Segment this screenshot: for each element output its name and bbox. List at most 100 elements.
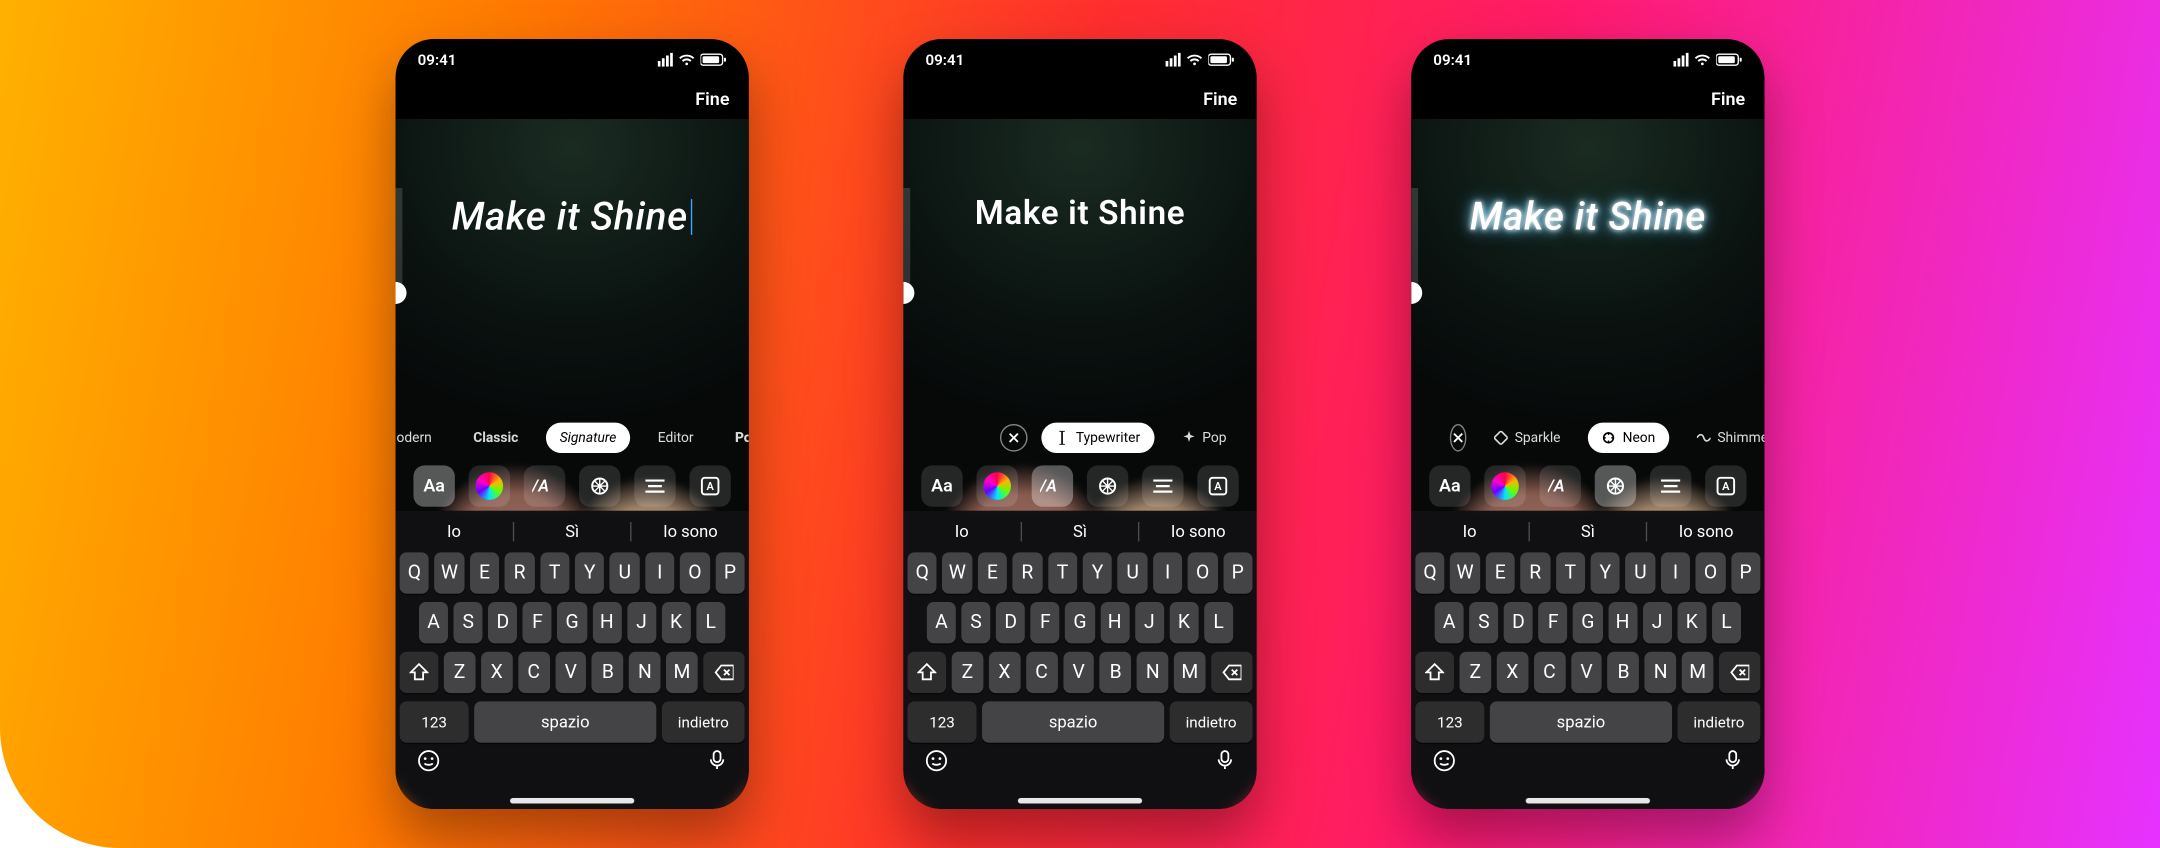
key-W[interactable]: W — [1450, 552, 1480, 593]
background-button[interactable] — [689, 465, 730, 506]
story-text[interactable]: Make it Shine — [396, 194, 749, 241]
key-N[interactable]: N — [629, 652, 661, 693]
key-J[interactable]: J — [1643, 602, 1672, 643]
key-Z[interactable]: Z — [1460, 652, 1492, 693]
suggestion[interactable]: Io — [903, 522, 1020, 541]
key-M[interactable]: M — [666, 652, 698, 693]
align-button[interactable] — [634, 465, 675, 506]
numeric-key[interactable]: 123 — [908, 701, 977, 742]
align-button[interactable] — [1142, 465, 1183, 506]
key-G[interactable]: G — [1065, 602, 1094, 643]
font-chip[interactable]: Modern — [396, 423, 446, 453]
key-O[interactable]: O — [1696, 552, 1726, 593]
key-P[interactable]: P — [1223, 552, 1253, 593]
key-N[interactable]: N — [1645, 652, 1677, 693]
italic-button[interactable] — [1540, 465, 1581, 506]
key-M[interactable]: M — [1174, 652, 1206, 693]
font-chip[interactable]: Shimmer — [1683, 423, 1765, 453]
key-R[interactable]: R — [1013, 552, 1043, 593]
key-L[interactable]: L — [1204, 602, 1233, 643]
story-text[interactable]: Make it Shine — [903, 194, 1256, 235]
done-button[interactable]: Fine — [1711, 89, 1745, 110]
key-S[interactable]: S — [961, 602, 990, 643]
key-N[interactable]: N — [1137, 652, 1169, 693]
emoji-icon[interactable] — [418, 749, 440, 778]
font-chip[interactable]: Sparkle — [1480, 423, 1574, 453]
key-F[interactable]: F — [1031, 602, 1060, 643]
key-Y[interactable]: Y — [575, 552, 605, 593]
effect-button[interactable] — [579, 465, 620, 506]
suggestion[interactable]: Io — [396, 522, 513, 541]
font-chip[interactable]: Signature — [546, 423, 630, 453]
story-text[interactable]: Make it Shine — [1411, 194, 1764, 241]
key-E[interactable]: E — [978, 552, 1008, 593]
key-D[interactable]: D — [488, 602, 517, 643]
font-chip[interactable]: Editor — [644, 423, 707, 453]
font-chip-row[interactable]: Modern Classic Signature Editor Poster — [396, 420, 749, 456]
italic-button[interactable] — [1032, 465, 1073, 506]
key-A[interactable]: A — [1435, 602, 1464, 643]
key-V[interactable]: V — [1571, 652, 1603, 693]
space-key[interactable]: spazio — [1490, 701, 1672, 742]
key-R[interactable]: R — [1520, 552, 1550, 593]
key-V[interactable]: V — [1063, 652, 1095, 693]
align-button[interactable] — [1650, 465, 1691, 506]
key-B[interactable]: B — [1608, 652, 1640, 693]
key-D[interactable]: D — [996, 602, 1025, 643]
key-C[interactable]: C — [1026, 652, 1058, 693]
key-B[interactable]: B — [592, 652, 624, 693]
suggestion[interactable]: Sì — [1022, 522, 1139, 541]
space-key[interactable]: spazio — [474, 701, 656, 742]
font-chip[interactable]: Classic — [459, 423, 532, 453]
home-indicator[interactable] — [1018, 798, 1142, 804]
shift-key[interactable] — [1415, 652, 1454, 693]
key-R[interactable]: R — [505, 552, 535, 593]
key-F[interactable]: F — [523, 602, 552, 643]
mic-icon[interactable] — [707, 749, 726, 778]
key-F[interactable]: F — [1539, 602, 1568, 643]
story-canvas[interactable]: Make it Shine Sparkle Neon Shimmer Aa — [1411, 119, 1764, 511]
font-chip-row[interactable]: Typewriter Pop — [903, 420, 1256, 456]
shift-key[interactable] — [908, 652, 947, 693]
key-P[interactable]: P — [715, 552, 745, 593]
key-U[interactable]: U — [610, 552, 640, 593]
story-canvas[interactable]: Make it Shine Modern Classic Signature E… — [396, 119, 749, 511]
home-indicator[interactable] — [510, 798, 634, 804]
backspace-key[interactable] — [1211, 652, 1252, 693]
key-D[interactable]: D — [1504, 602, 1533, 643]
key-H[interactable]: H — [1100, 602, 1129, 643]
mic-icon[interactable] — [1723, 749, 1742, 778]
key-Q[interactable]: Q — [1415, 552, 1445, 593]
key-O[interactable]: O — [680, 552, 710, 593]
key-A[interactable]: A — [927, 602, 956, 643]
key-H[interactable]: H — [592, 602, 621, 643]
done-button[interactable]: Fine — [695, 89, 729, 110]
key-Q[interactable]: Q — [400, 552, 430, 593]
suggestion[interactable]: Io sono — [1140, 522, 1257, 541]
italic-button[interactable] — [524, 465, 565, 506]
suggestion[interactable]: Sì — [514, 522, 631, 541]
font-chip[interactable]: Pop — [1168, 423, 1241, 453]
numeric-key[interactable]: 123 — [400, 701, 469, 742]
effect-button[interactable] — [1595, 465, 1636, 506]
key-B[interactable]: B — [1100, 652, 1132, 693]
key-G[interactable]: G — [558, 602, 587, 643]
key-Z[interactable]: Z — [444, 652, 476, 693]
emoji-icon[interactable] — [925, 749, 947, 778]
font-chip[interactable]: Neon — [1588, 423, 1669, 453]
font-chip-row[interactable]: Sparkle Neon Shimmer — [1411, 420, 1764, 456]
color-button[interactable] — [469, 465, 510, 506]
key-J[interactable]: J — [627, 602, 656, 643]
key-E[interactable]: E — [1485, 552, 1515, 593]
key-M[interactable]: M — [1682, 652, 1714, 693]
return-key[interactable]: indietro — [662, 701, 745, 742]
story-canvas[interactable]: Make it Shine Typewriter Pop Aa — [903, 119, 1256, 511]
space-key[interactable]: spazio — [982, 701, 1164, 742]
suggestion[interactable]: Io — [1411, 522, 1528, 541]
key-I[interactable]: I — [1153, 552, 1183, 593]
key-U[interactable]: U — [1118, 552, 1148, 593]
suggestion[interactable]: Io sono — [632, 522, 749, 541]
color-button[interactable] — [1484, 465, 1525, 506]
key-E[interactable]: E — [470, 552, 500, 593]
shift-key[interactable] — [400, 652, 439, 693]
